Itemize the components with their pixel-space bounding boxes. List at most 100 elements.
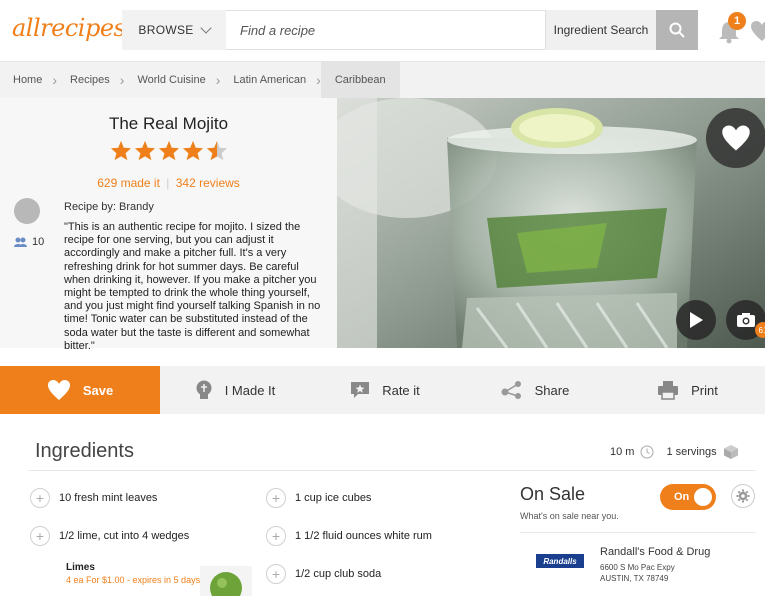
search-button[interactable] [656,10,698,50]
breadcrumb-label: Recipes [70,74,110,86]
chevron-down-icon [199,22,212,34]
star-icon [134,140,156,161]
search-input[interactable]: Find a recipe [226,10,546,50]
add-ingredient-icon[interactable]: + [266,526,286,546]
store-name[interactable]: Randall's Food & Drug [600,546,710,558]
made-and-reviews: 629 made it | 342 reviews [0,176,337,190]
chef-hat-icon [196,380,212,399]
on-sale-toggle[interactable]: On [660,484,716,510]
heart-icon [47,380,70,400]
reviews-link[interactable]: 342 reviews [176,176,240,190]
star-icon [110,140,132,161]
on-sale-heading: On Sale [520,484,586,504]
toggle-label: On [674,491,690,503]
followers-count: 10 [32,236,45,248]
toggle-knob [694,488,712,506]
heart-icon [722,125,750,151]
star-rating[interactable] [110,140,228,161]
sale-item-detail: 4 ea For $1.00 - expires in 5 days [66,575,201,585]
ingredient-item[interactable]: + 1/2 cup club soda [266,564,381,584]
star-icon [158,140,180,161]
sale-item[interactable]: Limes 4 ea For $1.00 - expires in 5 days [66,562,200,585]
ingredient-item[interactable]: + 10 fresh mint leaves [30,488,157,508]
on-sale-subtitle: What's on sale near you. [520,511,619,521]
recipe-meta: 10 m 1 servings [610,444,739,460]
add-ingredient-icon[interactable]: + [30,488,50,508]
breadcrumb-label: Latin American [233,74,307,86]
ingredient-label: 10 fresh mint leaves [59,492,158,504]
favorites-heart-icon[interactable] [750,20,765,42]
made-it-count[interactable]: 629 made it [97,176,160,190]
recipe-title: The Real Mojito [108,114,229,133]
save-button[interactable]: Save [0,366,160,414]
ingredient-label: 1 1/2 fluid ounces white rum [295,530,432,542]
ingredients-heading: Ingredients [35,440,134,462]
ingredient-label: 1 cup ice cubes [295,492,372,504]
rate-label: Rate it [382,382,420,398]
breadcrumb-label: World Cuisine [137,74,206,86]
servings[interactable]: 1 servings [666,446,716,458]
author-name[interactable]: Brandy [119,201,154,213]
save-label: Save [82,382,114,398]
ingredient-search-button[interactable]: Ingredient Search [546,10,656,50]
half-star-icon [206,140,228,161]
separator: | [166,176,170,190]
add-ingredient-icon[interactable]: + [266,564,286,584]
followers-icon [14,237,27,247]
lime-image [200,566,252,596]
author-avatar[interactable] [14,198,40,224]
author-followers[interactable]: 10 [14,236,44,248]
breadcrumb-caribbean[interactable]: Caribbean [320,62,400,98]
i-made-it-button[interactable]: I Made It [160,366,310,414]
play-video-button[interactable] [676,300,716,340]
play-icon [690,312,703,328]
recipe-action-bar: Save I Made It Rate it Share Print [0,366,765,414]
ingredient-item[interactable]: + 1 cup ice cubes [266,488,371,508]
share-icon [501,381,521,399]
servings-cube-icon[interactable] [723,444,739,460]
share-label: Share [534,382,570,398]
breadcrumb-world-cuisine[interactable]: World Cuisine [124,62,215,98]
breadcrumb-latin-american[interactable]: Latin American [220,62,316,98]
ingredients-divider [28,470,756,471]
printer-icon [658,381,679,400]
ingredient-item[interactable]: + 1 1/2 fluid ounces white rum [266,526,432,546]
add-ingredient-icon[interactable]: + [30,526,50,546]
ingredient-label: 1/2 cup club soda [295,568,382,580]
store-logo[interactable]: Randalls [536,554,584,568]
prep-time: 10 m [610,446,635,458]
rate-icon [351,382,370,398]
print-button[interactable]: Print [610,366,765,414]
browse-menu-button[interactable]: BROWSE [122,10,226,50]
star-icon [182,140,204,161]
breadcrumb-label: Home [13,74,43,86]
store-address-line: AUSTIN, TX 78749 [600,574,669,583]
breadcrumb-recipes[interactable]: Recipes [57,62,120,98]
ingredient-label: 1/2 lime, cut into 4 wedges [59,530,190,542]
print-label: Print [691,382,718,398]
browse-label: BROWSE [138,23,194,37]
rate-it-button[interactable]: Rate it [310,366,460,414]
ingredient-item[interactable]: + 1/2 lime, cut into 4 wedges [30,526,189,546]
recipe-by: Recipe by: Brandy [64,201,154,213]
site-header: allrecipes BROWSE Find a recipe Ingredie… [0,0,765,62]
photo-count-badge: 61 [755,322,765,338]
on-sale-divider [520,532,756,533]
add-ingredient-icon[interactable]: + [266,488,286,508]
breadcrumb-home[interactable]: Home [0,62,52,98]
recipe-by-label: Recipe by: [64,201,116,213]
gear-icon [736,489,750,503]
store-address: 6600 S Mo Pac Expy AUSTIN, TX 78749 [600,562,675,584]
made-it-label: I Made It [224,382,276,398]
save-heart-button[interactable] [706,108,765,168]
allrecipes-logo[interactable]: allrecipes [12,14,126,42]
notification-badge: 1 [728,12,746,30]
recipe-description: "This is an authentic recipe for mojito.… [64,221,321,352]
breadcrumb: Home › Recipes › World Cuisine › Latin A… [0,62,765,98]
breadcrumb-label: Caribbean [334,74,386,86]
sale-item-name: Limes [66,562,95,573]
store-address-line: 6600 S Mo Pac Expy [600,563,675,572]
search-icon [669,22,685,38]
share-button[interactable]: Share [460,366,610,414]
sale-settings-button[interactable] [731,484,755,508]
